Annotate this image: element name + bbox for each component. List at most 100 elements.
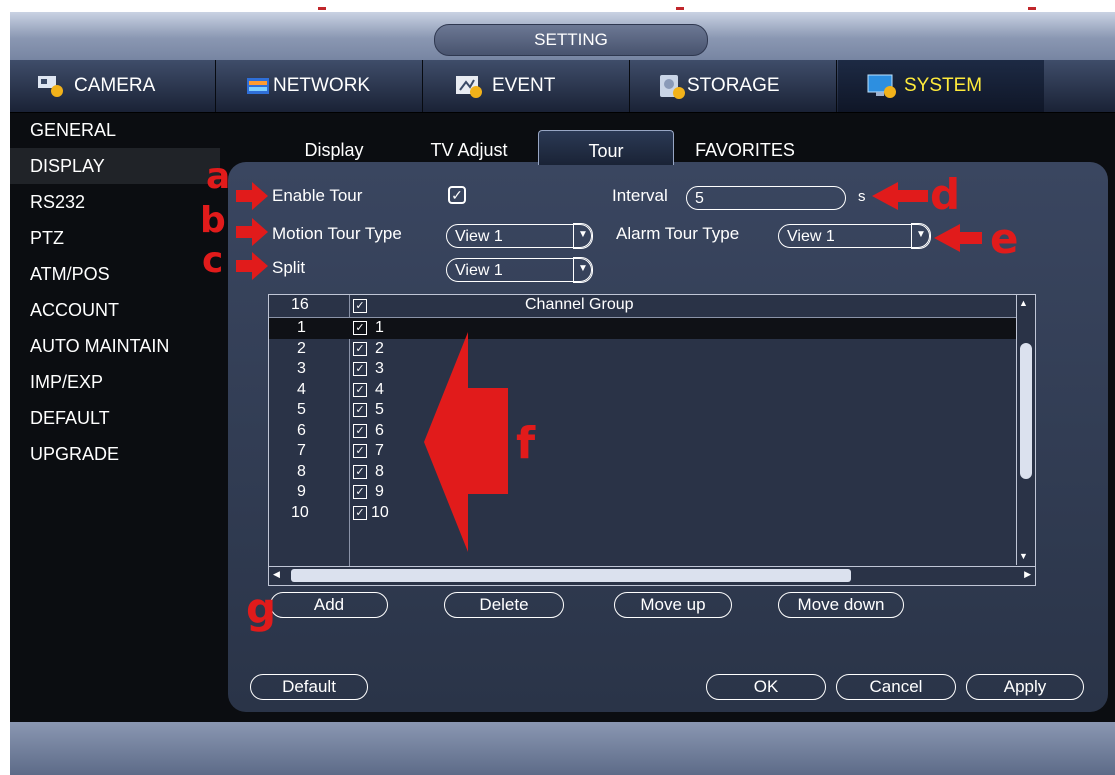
delete-button[interactable]: Delete	[444, 592, 564, 618]
table-row[interactable]: 9 ✓ 9	[269, 482, 1035, 503]
table-row[interactable]: 2 ✓ 2	[269, 339, 1035, 360]
row-number: 8	[297, 462, 306, 480]
scroll-right-icon[interactable]: ▶	[1024, 569, 1031, 580]
row-group: 8	[375, 462, 384, 480]
default-button[interactable]: Default	[250, 674, 368, 700]
sidebar-item-ptz[interactable]: PTZ	[10, 220, 220, 256]
add-button[interactable]: Add	[270, 592, 388, 618]
table-row[interactable]: 6 ✓ 6	[269, 421, 1035, 442]
sidebar-item-rs232[interactable]: RS232	[10, 184, 220, 220]
annotation-label-d: d	[930, 170, 961, 219]
row-checkbox[interactable]: ✓	[353, 341, 367, 356]
row-group: 6	[375, 421, 384, 439]
row-number: 6	[297, 421, 306, 439]
row-number: 10	[291, 503, 309, 521]
split-select[interactable]: View 1 ▼	[446, 257, 593, 283]
interval-input[interactable]: 5	[686, 186, 846, 210]
row-checkbox[interactable]: ✓	[353, 362, 367, 376]
interval-unit: s	[858, 188, 866, 205]
sidebar-item-auto-maintain[interactable]: AUTO MAINTAIN	[10, 328, 220, 364]
row-number: 1	[297, 319, 306, 336]
sidebar-item-imp-exp[interactable]: IMP/EXP	[10, 364, 220, 400]
annotation-label-b: b	[200, 200, 226, 241]
ok-button[interactable]: OK	[706, 674, 826, 700]
table-row[interactable]: 5 ✓ 5	[269, 400, 1035, 421]
tab-camera[interactable]: CAMERA	[10, 60, 216, 112]
cancel-button[interactable]: Cancel	[836, 674, 956, 700]
tab-label: SYSTEM	[904, 75, 983, 96]
window-title: SETTING	[434, 24, 708, 56]
horizontal-scroll-thumb[interactable]	[291, 569, 851, 582]
table-row[interactable]: 3 ✓ 3	[269, 359, 1035, 380]
tab-display[interactable]: Display	[288, 130, 380, 164]
sidebar-item-upgrade[interactable]: UPGRADE	[10, 436, 220, 472]
move-up-button[interactable]: Move up	[614, 592, 732, 618]
header-channel-group: Channel Group	[525, 296, 634, 313]
enable-tour-label: Enable Tour	[272, 186, 363, 205]
row-group: 9	[375, 483, 384, 500]
table-row[interactable]: 1 ✓ 1	[269, 318, 1035, 339]
tab-label: STORAGE	[687, 75, 780, 96]
table-row[interactable]: 10 ✓ 10	[269, 503, 1035, 524]
row-group: 7	[375, 442, 384, 459]
row-group: 2	[375, 339, 384, 357]
enable-tour-checkbox[interactable]: ✓	[448, 186, 466, 204]
select-all-checkbox[interactable]: ✓	[353, 299, 367, 313]
annotation-label-a: a	[206, 156, 231, 197]
table-row[interactable]: 8 ✓ 8	[269, 462, 1035, 483]
apply-button[interactable]: Apply	[966, 674, 1084, 700]
vertical-scroll-thumb[interactable]	[1020, 343, 1032, 479]
row-checkbox[interactable]: ✓	[353, 423, 367, 438]
scroll-left-icon[interactable]: ◀	[273, 569, 280, 580]
sidebar-item-default[interactable]: DEFAULT	[10, 400, 220, 436]
scroll-down-icon[interactable]: ▼	[1019, 551, 1028, 561]
table-header: 16 ✓ Channel Group	[269, 295, 1035, 318]
tab-label: CAMERA	[74, 75, 156, 96]
row-checkbox[interactable]: ✓	[353, 505, 367, 520]
tab-favorites[interactable]: FAVORITES	[682, 130, 808, 164]
storage-icon	[657, 72, 687, 100]
red-edge-mark	[1028, 7, 1036, 10]
interval-label: Interval	[612, 186, 668, 205]
sidebar-item-general[interactable]: GENERAL	[10, 112, 220, 148]
row-checkbox[interactable]: ✓	[353, 464, 367, 479]
tab-system[interactable]: SYSTEM	[838, 60, 1044, 112]
sidebar-item-account[interactable]: ACCOUNT	[10, 292, 220, 328]
split-label: Split	[272, 258, 306, 277]
annotation-label-g: g	[246, 584, 277, 633]
tab-network[interactable]: NETWORK	[217, 60, 423, 112]
horizontal-scrollbar[interactable]: ◀ ▶	[269, 566, 1035, 585]
row-group: 1	[375, 319, 384, 336]
row-checkbox[interactable]: ✓	[353, 444, 367, 458]
row-number: 5	[297, 401, 306, 418]
sidebar-item-display[interactable]: DISPLAY	[10, 148, 220, 184]
vertical-scrollbar[interactable]: ▲ ▼	[1016, 295, 1035, 565]
red-edge-mark	[318, 7, 326, 10]
row-number: 2	[297, 339, 306, 357]
move-down-button[interactable]: Move down	[778, 592, 904, 618]
tab-storage[interactable]: STORAGE	[631, 60, 837, 112]
row-checkbox[interactable]: ✓	[353, 485, 367, 499]
row-checkbox[interactable]: ✓	[353, 321, 367, 335]
row-number: 4	[297, 380, 306, 398]
sidebar: GENERAL DISPLAY RS232 PTZ ATM/POS ACCOUN…	[10, 112, 220, 472]
dvr-settings-window: SETTING CAMERA NETWORK EVENT STORAGE SYS…	[10, 12, 1115, 775]
scroll-up-icon[interactable]: ▲	[1019, 298, 1028, 308]
title-bar: SETTING	[10, 12, 1115, 60]
alarm-tour-type-select[interactable]: View 1 ▼	[778, 223, 931, 249]
motion-tour-type-label: Motion Tour Type	[272, 224, 402, 243]
annotation-label-f: f	[516, 418, 536, 469]
tab-event[interactable]: EVENT	[424, 60, 630, 112]
selected-value: View 1	[787, 228, 835, 245]
tab-label: NETWORK	[273, 75, 371, 96]
table-row[interactable]: 4 ✓ 4	[269, 380, 1035, 401]
tab-tv-adjust[interactable]: TV Adjust	[414, 130, 524, 164]
status-bar	[10, 722, 1115, 775]
table-row[interactable]: 7 ✓ 7	[269, 441, 1035, 462]
motion-tour-type-select[interactable]: View 1 ▼	[446, 223, 593, 249]
tab-tour[interactable]: Tour	[538, 130, 674, 165]
sidebar-item-atm-pos[interactable]: ATM/POS	[10, 256, 220, 292]
row-checkbox[interactable]: ✓	[353, 382, 367, 397]
alarm-tour-type-label: Alarm Tour Type	[616, 224, 740, 243]
row-checkbox[interactable]: ✓	[353, 403, 367, 417]
